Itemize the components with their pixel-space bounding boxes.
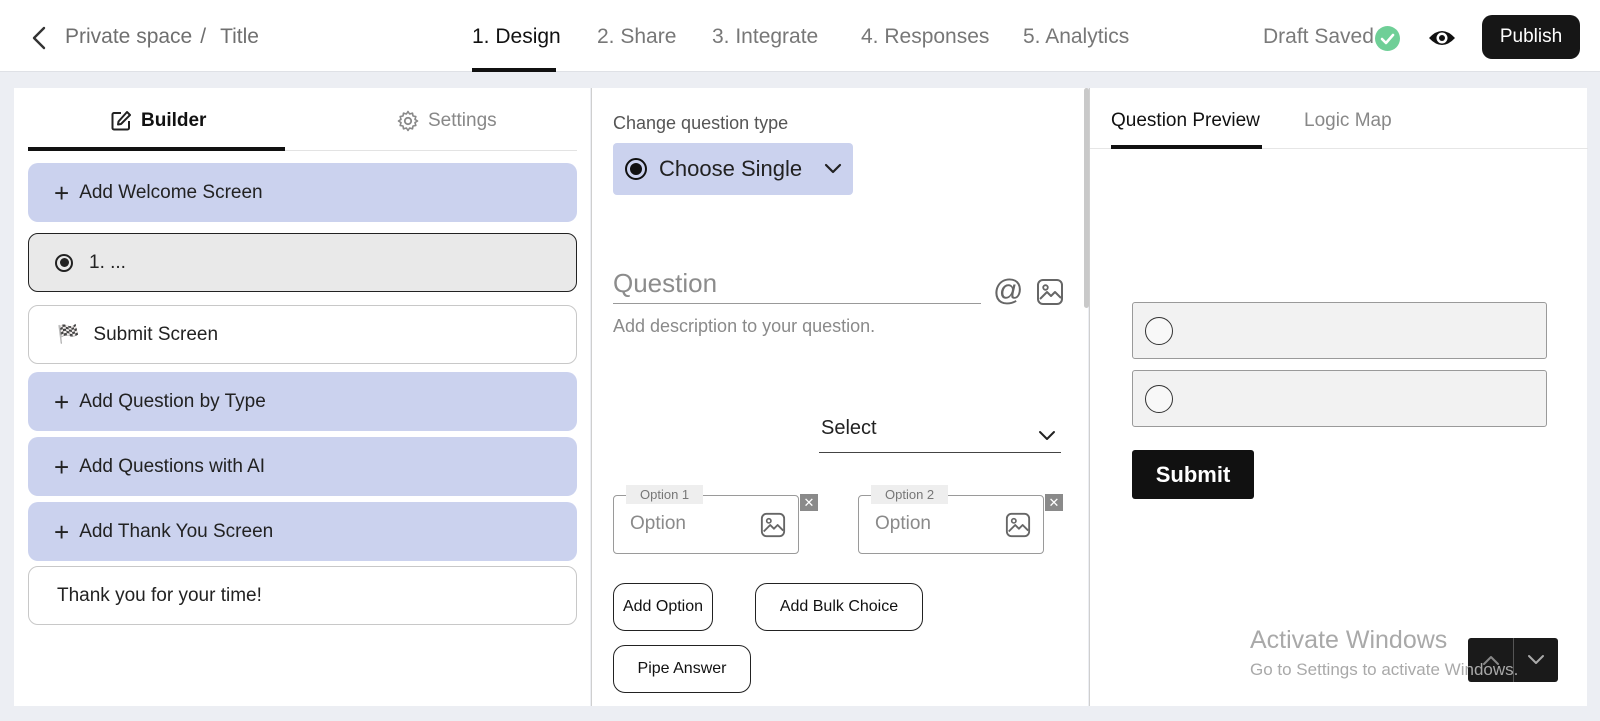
question-item-1[interactable]: 1. ... xyxy=(28,233,577,292)
remove-option-1-icon[interactable]: ✕ xyxy=(800,494,818,511)
top-bar: Private space / Title 1. Design 2. Share… xyxy=(0,0,1600,72)
active-step-indicator xyxy=(472,68,556,72)
step-design[interactable]: 1. Design xyxy=(472,25,561,49)
preview-navigation xyxy=(1468,638,1558,682)
radio-empty-icon xyxy=(1145,385,1173,413)
add-thank-you-screen-button[interactable]: + Add Thank You Screen xyxy=(28,502,577,561)
breadcrumb-separator: / xyxy=(200,25,207,48)
mention-at-icon[interactable]: @ xyxy=(993,276,1023,306)
remove-option-2-icon[interactable]: ✕ xyxy=(1045,494,1063,511)
submit-screen-item[interactable]: 🏁 Submit Screen xyxy=(28,305,577,364)
question-type-value: Choose Single xyxy=(659,156,803,181)
breadcrumb-title[interactable]: Title xyxy=(220,25,259,49)
plus-icon: + xyxy=(54,451,70,482)
step-share[interactable]: 2. Share xyxy=(597,25,676,49)
breadcrumb-space[interactable]: Private space xyxy=(65,25,192,49)
question-editor-panel: Change question type Choose Single @ Sel… xyxy=(591,88,1089,706)
select-label: Select xyxy=(821,417,877,439)
tab-builder-label: Builder xyxy=(141,110,207,131)
option-image-icon[interactable] xyxy=(760,512,786,538)
draft-status: Draft Saved xyxy=(1263,25,1374,48)
image-icon[interactable] xyxy=(1036,278,1064,306)
chevron-down-icon xyxy=(823,161,843,175)
add-thank-you-screen-label: Add Thank You Screen xyxy=(79,520,274,542)
add-option-button[interactable]: Add Option xyxy=(613,583,713,631)
change-question-type-label: Change question type xyxy=(613,113,789,133)
tab-logic-map[interactable]: Logic Map xyxy=(1304,110,1392,132)
thank-you-screen-label: Thank you for your time! xyxy=(57,584,262,606)
option-1-input[interactable] xyxy=(630,513,750,535)
preview-submit-button[interactable]: Submit xyxy=(1132,450,1254,499)
option-1-field: Option 1 ✕ xyxy=(613,485,818,554)
add-question-by-type-label: Add Question by Type xyxy=(79,390,266,412)
step-responses[interactable]: 4. Responses xyxy=(861,25,989,49)
add-questions-with-ai-label: Add Questions with AI xyxy=(79,455,266,477)
option-1-tag: Option 1 xyxy=(626,485,704,504)
option-2-input[interactable] xyxy=(875,513,995,535)
question-input[interactable] xyxy=(613,264,981,304)
preview-option-2[interactable] xyxy=(1132,370,1547,427)
publish-button[interactable]: Publish xyxy=(1482,15,1580,59)
plus-icon: + xyxy=(54,516,70,547)
builder-panel: Builder Settings + Add Welcome Screen 1.… xyxy=(14,88,590,706)
breadcrumb: Private space / Title xyxy=(65,25,259,49)
plus-icon: + xyxy=(54,177,70,208)
question-item-label: 1. ... xyxy=(89,251,126,273)
add-welcome-screen-label: Add Welcome Screen xyxy=(79,181,263,203)
tab-settings-label: Settings xyxy=(428,110,497,131)
select-dropdown[interactable]: Select xyxy=(819,417,1061,453)
tab-builder[interactable]: Builder xyxy=(110,110,206,132)
gear-icon xyxy=(397,110,419,132)
back-arrow-icon[interactable] xyxy=(30,26,50,50)
add-welcome-screen-button[interactable]: + Add Welcome Screen xyxy=(28,163,577,222)
tab-question-preview[interactable]: Question Preview xyxy=(1111,110,1260,132)
description-input[interactable] xyxy=(613,316,1053,337)
question-type-dropdown[interactable]: Choose Single xyxy=(613,143,853,195)
radio-icon xyxy=(625,158,647,180)
step-analytics[interactable]: 5. Analytics xyxy=(1023,25,1129,49)
preview-option-1[interactable] xyxy=(1132,302,1547,359)
option-2-tag: Option 2 xyxy=(871,485,949,504)
add-bulk-choice-button[interactable]: Add Bulk Choice xyxy=(755,583,923,631)
chevron-down-icon[interactable] xyxy=(1513,638,1558,682)
plus-icon: + xyxy=(54,386,70,417)
chevron-down-icon xyxy=(1037,429,1057,443)
edit-icon xyxy=(110,110,132,132)
add-questions-with-ai-button[interactable]: + Add Questions with AI xyxy=(28,437,577,496)
pipe-answer-button[interactable]: Pipe Answer xyxy=(613,645,751,693)
eye-icon[interactable] xyxy=(1427,26,1457,50)
add-question-by-type-button[interactable]: + Add Question by Type xyxy=(28,372,577,431)
check-icon xyxy=(1375,26,1400,51)
active-tab-indicator xyxy=(28,147,285,151)
preview-panel: Question Preview Logic Map Submit xyxy=(1089,88,1588,706)
chevron-up-icon[interactable] xyxy=(1468,638,1513,682)
option-2-field: Option 2 ✕ xyxy=(858,485,1063,554)
thank-you-screen-item[interactable]: Thank you for your time! xyxy=(28,566,577,625)
tab-settings[interactable]: Settings xyxy=(397,110,497,132)
checkered-flag-icon: 🏁 xyxy=(57,324,80,344)
radio-empty-icon xyxy=(1145,317,1173,345)
active-tab-indicator xyxy=(1111,145,1262,149)
step-integrate[interactable]: 3. Integrate xyxy=(712,25,818,49)
radio-icon xyxy=(55,253,73,272)
submit-screen-label: Submit Screen xyxy=(93,323,219,345)
option-image-icon[interactable] xyxy=(1005,512,1031,538)
